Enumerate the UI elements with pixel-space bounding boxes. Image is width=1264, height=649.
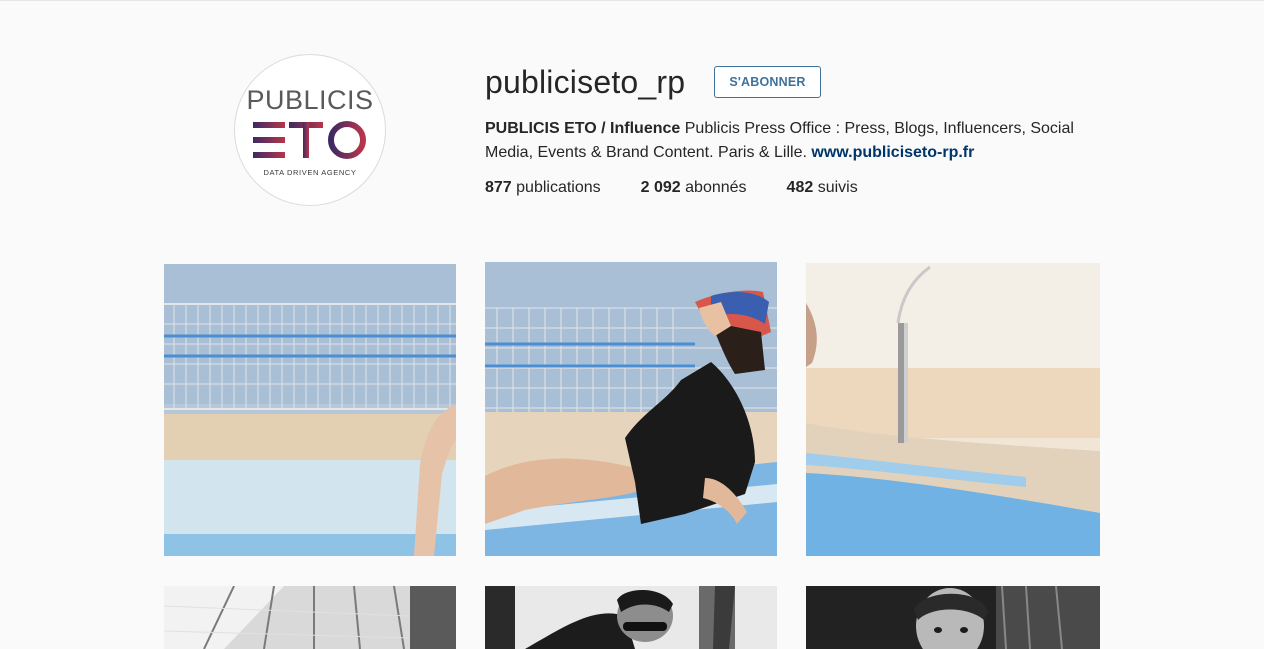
post-tile-2[interactable] bbox=[485, 262, 777, 556]
post-tile-1[interactable] bbox=[164, 264, 456, 556]
stat-posts: 877 publications bbox=[485, 178, 601, 198]
top-border bbox=[0, 0, 1264, 1]
bio-link[interactable]: www.publiciseto-rp.fr bbox=[811, 144, 974, 161]
stat-following[interactable]: 482 suivis bbox=[787, 178, 858, 198]
post-photo-2 bbox=[485, 262, 777, 556]
post-photo-4 bbox=[164, 586, 456, 649]
profile-bio: PUBLICIS ETO / Influence Publicis Press … bbox=[485, 117, 1095, 165]
stat-posts-label: publications bbox=[511, 179, 601, 196]
post-tile-4[interactable] bbox=[164, 586, 456, 649]
post-tile-3[interactable] bbox=[806, 263, 1100, 556]
post-tile-5[interactable] bbox=[485, 586, 777, 649]
post-photo-5 bbox=[485, 586, 777, 649]
bio-name: PUBLICIS ETO / Influence bbox=[485, 120, 681, 137]
profile-avatar[interactable]: PUBLICIS DATA DRIVEN AGENCY bbox=[234, 54, 386, 206]
follow-button[interactable]: S'ABONNER bbox=[714, 66, 821, 98]
stat-posts-count: 877 bbox=[485, 179, 512, 196]
post-photo-1 bbox=[164, 264, 456, 556]
post-photo-3 bbox=[806, 263, 1100, 556]
logo-eto bbox=[251, 118, 369, 162]
stat-followers-count: 2 092 bbox=[640, 179, 681, 196]
stat-followers[interactable]: 2 092 abonnés bbox=[641, 178, 747, 198]
profile-username: publiciseto_rp bbox=[485, 64, 686, 100]
profile-stats: 877 publications 2 092 abonnés 482 suivi… bbox=[485, 178, 898, 198]
logo-wordmark: PUBLICIS bbox=[246, 85, 374, 115]
stat-following-label: suivis bbox=[813, 179, 858, 196]
stat-following-count: 482 bbox=[786, 179, 814, 196]
logo-tagline: DATA DRIVEN AGENCY bbox=[263, 168, 357, 177]
post-tile-6[interactable] bbox=[806, 586, 1100, 649]
eto-logo-icon bbox=[253, 121, 366, 159]
post-photo-6 bbox=[806, 586, 1100, 649]
stat-followers-label: abonnés bbox=[680, 179, 747, 196]
